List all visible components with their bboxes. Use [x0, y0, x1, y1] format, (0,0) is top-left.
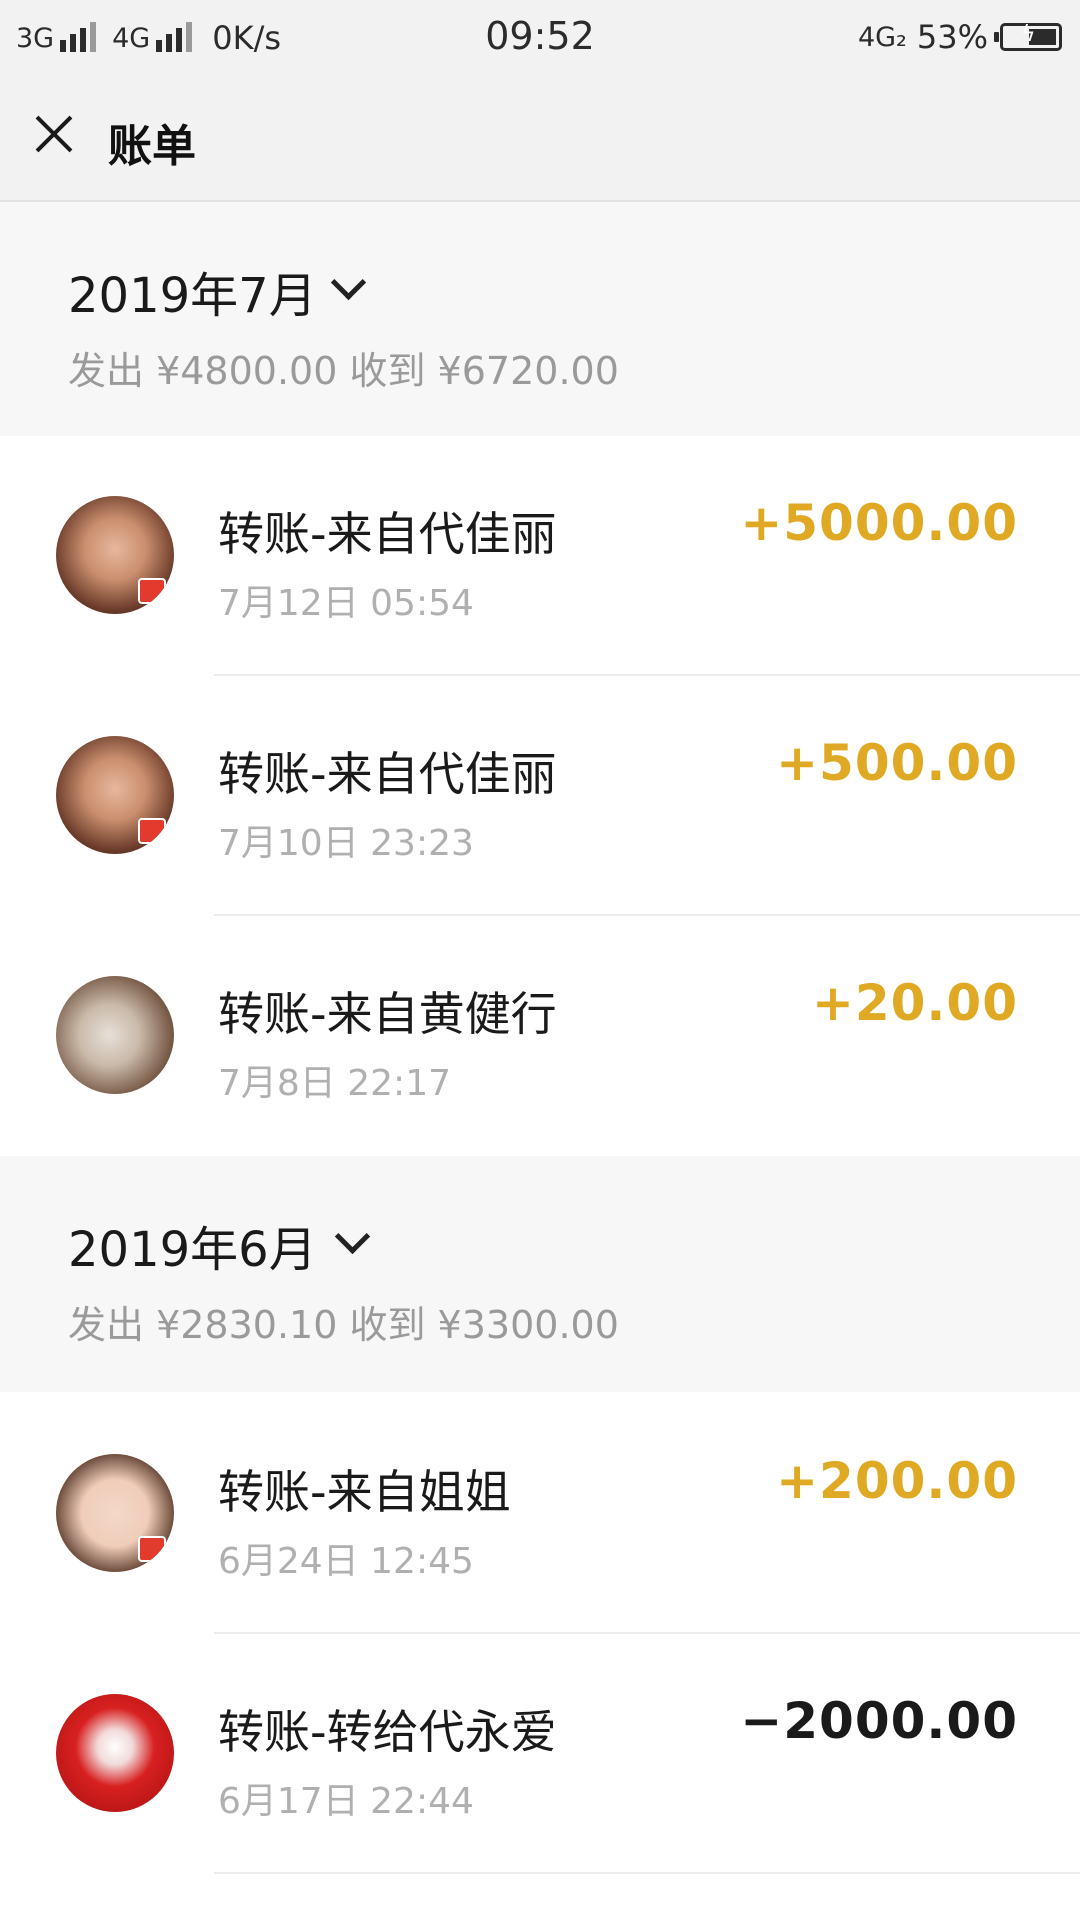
transaction-time: 7月12日 05:54	[218, 583, 474, 624]
avatar	[56, 736, 174, 854]
app-header: 账单	[0, 78, 1080, 202]
transaction-title: 转账-转给代永爱	[218, 1705, 557, 1759]
flag-icon	[138, 1536, 166, 1562]
chevron-down-icon[interactable]	[330, 264, 367, 301]
transaction-amount: +20.00	[811, 974, 1018, 1032]
charging-bolt-icon: ϟ	[1021, 22, 1036, 47]
transaction-time: 6月24日 12:45	[218, 1541, 474, 1582]
avatar	[56, 1694, 174, 1812]
divider	[214, 1872, 1080, 1874]
transaction-title: 转账-来自姐姐	[218, 1465, 511, 1519]
transaction-amount: +500.00	[776, 734, 1018, 792]
transaction-time: 6月17日 22:44	[218, 1781, 474, 1822]
battery-percent: 53%	[916, 18, 988, 56]
network-4g2-label: 4G₂	[857, 21, 907, 53]
avatar	[56, 976, 174, 1094]
month-header[interactable]: 2019年6月 发出 ¥2830.10 收到 ¥3300.00	[0, 1156, 1080, 1392]
flag-icon	[138, 818, 166, 844]
transaction-amount: +200.00	[776, 1452, 1018, 1510]
chevron-down-icon[interactable]	[334, 1218, 371, 1255]
close-icon[interactable]	[26, 106, 82, 162]
flag-icon	[138, 578, 166, 604]
transaction-amount: −2000.00	[740, 1692, 1018, 1750]
month-summary: 发出 ¥2830.10 收到 ¥3300.00	[68, 1303, 619, 1347]
month-label: 2019年6月	[68, 1222, 317, 1278]
status-bar: 3G 4G 0K/s 09:52 4G₂ 53% ϟ	[0, 0, 1080, 78]
battery-icon: ϟ	[994, 22, 1062, 51]
month-label: 2019年7月	[68, 268, 317, 324]
transaction-title: 转账-来自黄健行	[218, 987, 557, 1041]
transaction-title: 转账-来自代佳丽	[218, 747, 557, 801]
transaction-row[interactable]: 转账-来自代佳丽 7月12日 05:54 +5000.00	[0, 436, 1080, 676]
transaction-row[interactable]: 转账-转给代永爱 6月17日 22:44 −2000.00	[0, 1634, 1080, 1874]
transaction-amount: +5000.00	[740, 494, 1018, 552]
transaction-time: 7月8日 22:17	[218, 1063, 451, 1104]
month-summary: 发出 ¥4800.00 收到 ¥6720.00	[68, 349, 619, 393]
transaction-row[interactable]: 转账-来自姐姐 6月24日 12:45 +200.00	[0, 1394, 1080, 1634]
transaction-title: 转账-来自代佳丽	[218, 507, 557, 561]
transaction-time: 7月10日 23:23	[218, 823, 474, 864]
transaction-row[interactable]: 转账-来自黄健行 7月8日 22:17 +20.00	[0, 916, 1080, 1156]
avatar	[56, 1454, 174, 1572]
month-header[interactable]: 2019年7月 发出 ¥4800.00 收到 ¥6720.00	[0, 202, 1080, 436]
transaction-row[interactable]: 转账-来自代佳丽 7月10日 23:23 +500.00	[0, 676, 1080, 916]
page-title: 账单	[108, 121, 196, 172]
status-right: 4G₂ 53% ϟ	[858, 16, 1062, 58]
avatar	[56, 496, 174, 614]
